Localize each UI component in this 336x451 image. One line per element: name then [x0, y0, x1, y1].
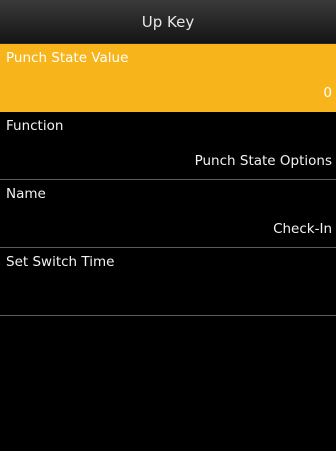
menu-item-value: Check-In	[273, 221, 332, 237]
menu-item-function[interactable]: Function Punch State Options	[0, 112, 336, 180]
menu-item-name[interactable]: Name Check-In	[0, 180, 336, 248]
title-bar: Up Key	[0, 0, 336, 44]
menu-item-label: Punch State Value	[6, 50, 129, 66]
menu-item-label: Set Switch Time	[6, 254, 115, 270]
menu-item-label: Function	[6, 118, 64, 134]
empty-area	[0, 318, 336, 451]
menu-item-label: Name	[6, 186, 46, 202]
menu-list: Punch State Value 0 Function Punch State…	[0, 44, 336, 316]
menu-item-set-switch-time[interactable]: Set Switch Time	[0, 248, 336, 316]
menu-item-value: 0	[323, 85, 332, 101]
menu-item-value: Punch State Options	[194, 153, 332, 169]
menu-item-punch-state-value[interactable]: Punch State Value 0	[0, 44, 336, 112]
page-title: Up Key	[141, 12, 195, 31]
